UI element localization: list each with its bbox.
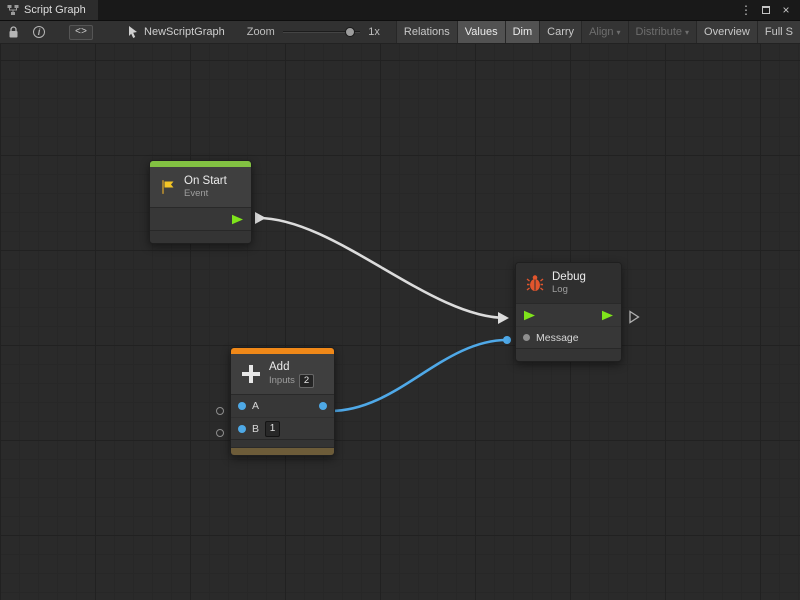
code-view-button[interactable]: <> [69, 25, 93, 40]
align-button[interactable]: Align ▾ [581, 21, 627, 43]
message-port-label: Message [536, 332, 579, 344]
port-a-output[interactable] [319, 402, 327, 410]
node-add[interactable]: Add Inputs 2 A B 1 [230, 347, 335, 456]
maximize-glyph [762, 6, 770, 14]
node-title: Debug [552, 270, 586, 284]
distribute-button[interactable]: Distribute ▾ [628, 21, 696, 43]
graph-canvas[interactable]: On Start Event [0, 44, 800, 600]
inputs-count-field[interactable]: 2 [299, 374, 314, 388]
port-b-external-circle[interactable] [216, 429, 224, 437]
node-footer [231, 439, 334, 447]
tab-title: Script Graph [24, 4, 86, 16]
wires-layer [0, 44, 800, 600]
align-label: Align [589, 26, 613, 38]
flow-input-port[interactable] [523, 310, 536, 321]
wire-add-to-message[interactable] [330, 340, 507, 411]
node-debug-log[interactable]: Debug Log Message [515, 262, 622, 362]
lock-icon[interactable] [8, 26, 19, 39]
wire-flow-end-arrow [498, 312, 509, 324]
dim-button[interactable]: Dim [505, 21, 540, 43]
node-subtitle: Log [552, 284, 586, 296]
node-on-start[interactable]: On Start Event [149, 160, 252, 244]
port-b-value-field[interactable]: 1 [265, 421, 280, 437]
port-a-external-circle[interactable] [216, 407, 224, 415]
zoom-slider[interactable] [283, 26, 360, 38]
flow-output-port[interactable] [601, 310, 614, 321]
message-input-port[interactable] [523, 334, 530, 341]
zoom-label: Zoom [247, 26, 275, 38]
window-controls: ⋮ × [738, 0, 800, 20]
titlebar: Script Graph ⋮ × [0, 0, 800, 21]
distribute-label: Distribute [636, 26, 682, 38]
wire-flow-start-arrow [255, 212, 266, 224]
script-graph-icon [7, 4, 19, 16]
port-b-label: B [252, 423, 259, 435]
port-a-input[interactable] [238, 402, 246, 410]
node-title: Add [269, 360, 314, 374]
node-footer [150, 230, 251, 243]
node-footer [516, 348, 621, 361]
node-on-start-box: On Start Event [149, 160, 252, 244]
node-subtitle: Event [184, 188, 227, 200]
chevron-down-icon: ▾ [685, 28, 689, 37]
wire-value-end-dot [503, 336, 511, 344]
maximize-icon[interactable] [758, 2, 774, 18]
inputs-label: Inputs [269, 375, 295, 387]
zoom-slider-handle[interactable] [345, 27, 355, 37]
graph-asset-icon [127, 25, 139, 39]
node-title: On Start [184, 174, 227, 188]
tab-script-graph[interactable]: Script Graph [0, 0, 98, 20]
port-a-label: A [252, 400, 259, 412]
overview-button[interactable]: Overview [696, 21, 757, 43]
flag-icon [159, 178, 177, 196]
values-button[interactable]: Values [457, 21, 505, 43]
graph-name: NewScriptGraph [144, 26, 225, 38]
chevron-down-icon: ▾ [617, 28, 621, 37]
window-menu-icon[interactable]: ⋮ [738, 2, 754, 18]
fullscreen-button[interactable]: Full S [757, 21, 800, 43]
port-b-input[interactable] [238, 425, 246, 433]
zoom-value: 1x [368, 26, 380, 38]
graph-toolbar: i <> NewScriptGraph Zoom 1x Relations Va… [0, 21, 800, 44]
carry-button[interactable]: Carry [539, 21, 581, 43]
node-footer-brown [231, 447, 334, 455]
toolbar-buttons: Relations Values Dim Carry Align ▾ Distr… [396, 21, 800, 43]
add-header[interactable]: Add Inputs 2 [231, 354, 334, 394]
node-add-box: Add Inputs 2 A B 1 [230, 347, 335, 456]
relations-button[interactable]: Relations [396, 21, 457, 43]
debug-log-header[interactable]: Debug Log [516, 263, 621, 303]
bug-icon [525, 273, 545, 293]
relation-triangle-icon [628, 310, 640, 324]
plus-icon [240, 363, 262, 385]
node-debug-log-box: Debug Log Message [515, 262, 622, 362]
close-icon[interactable]: × [778, 2, 794, 18]
info-icon[interactable]: i [33, 26, 45, 38]
graph-breadcrumb[interactable]: NewScriptGraph [127, 25, 225, 39]
info-glyph: i [33, 26, 45, 38]
wire-onstart-to-log[interactable] [258, 218, 506, 318]
trigger-output-port[interactable] [231, 214, 244, 225]
on-start-header[interactable]: On Start Event [150, 167, 251, 207]
